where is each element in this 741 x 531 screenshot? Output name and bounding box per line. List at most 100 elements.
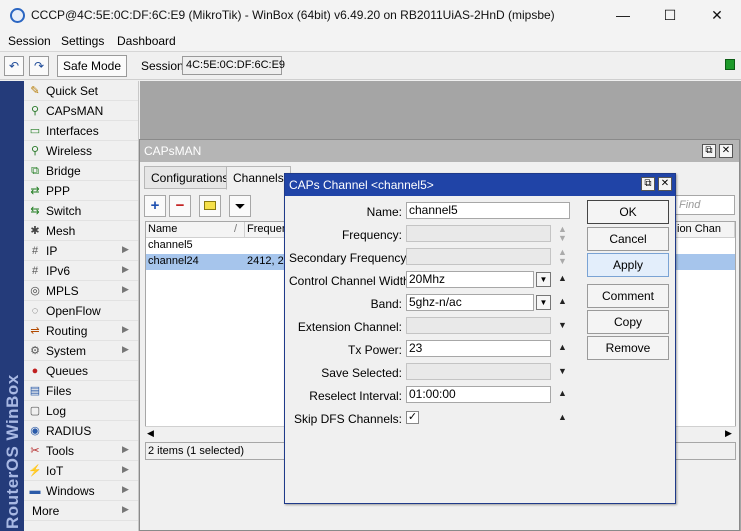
find-input[interactable]: Find [675,195,735,215]
dialog-title: CAPs Channel <channel5> [289,178,434,192]
frequency-field[interactable] [406,225,551,242]
column-header-name[interactable]: Name / [146,222,245,238]
ok-button[interactable]: OK [587,200,669,224]
tools-icon: ✂ [30,445,40,457]
sidebar-item-files[interactable]: ▤ Files [24,381,138,401]
dialog-titlebar[interactable]: CAPs Channel <channel5> [285,174,675,196]
sidebar-item-ipv6[interactable]: # IPv6 ▶ [24,261,138,281]
control-channel-width-label: Control Channel Width: [289,274,414,288]
submenu-arrow-icon: ▶ [122,244,129,254]
expand-down-icon[interactable]: ▼ [558,233,567,243]
dropdown-arrow-icon[interactable]: ▼ [536,295,551,310]
switch-icon: ⇆ [30,205,40,217]
sidebar-item-queues[interactable]: ● Queues [24,361,138,381]
name-field[interactable]: channel5 [406,202,570,219]
remove-button[interactable]: Remove [587,336,669,360]
iot-icon: ⚡ [28,465,42,477]
sidebar-item-more[interactable]: More ▶ [24,501,138,521]
sidebar-item-capsman[interactable]: ⚲ CAPsMAN [24,101,138,121]
collapse-up-icon[interactable]: ▲ [558,342,567,352]
capsman-restore-icon[interactable]: ⧉ [702,144,716,158]
close-window-button[interactable]: ✕ [694,2,740,29]
dropdown-arrow-icon[interactable]: ▼ [536,272,551,287]
ip-icon: # [31,245,39,257]
copy-button[interactable]: Copy [587,310,669,334]
skip-dfs-channels-checkbox[interactable]: ✓ [406,411,419,424]
column-header-extension-channel[interactable]: ion Chan [675,222,735,238]
minimize-button[interactable]: — [600,2,646,29]
menu-session[interactable]: Session [8,34,51,48]
sidebar-item-mesh[interactable]: ✱ Mesh [24,221,138,241]
connection-status-icon [725,59,735,70]
quick-set-icon: ✎ [30,85,40,97]
sidebar-item-windows[interactable]: ▬ Windows ▶ [24,481,138,501]
apply-button[interactable]: Apply [587,253,669,277]
menu-settings[interactable]: Settings [61,34,104,48]
sidebar-item-ppp[interactable]: ⇄ PPP [24,181,138,201]
redo-icon[interactable]: ↷ [29,56,49,76]
tx-power-field[interactable]: 23 [406,340,551,357]
sidebar-item-mpls[interactable]: ◎ MPLS ▶ [24,281,138,301]
save-selected-field[interactable] [406,363,551,380]
sidebar-item-ip[interactable]: # IP ▶ [24,241,138,261]
submenu-arrow-icon: ▶ [122,324,129,334]
sidebar-item-wireless[interactable]: ⚲ Wireless [24,141,138,161]
comment-icon[interactable] [199,195,221,217]
extension-channel-field[interactable] [406,317,551,334]
sidebar-item-log[interactable]: ▢ Log [24,401,138,421]
collapse-up-icon[interactable]: ▲ [558,296,567,306]
winbox-app-icon [10,8,25,23]
band-field[interactable]: 5ghz-n/ac [406,294,534,311]
capsman-title: CAPsMAN [144,144,202,158]
filter-icon[interactable]: ⏷ [229,195,251,217]
collapse-up-icon[interactable]: ▲ [558,273,567,283]
sidebar-item-switch[interactable]: ⇆ Switch [24,201,138,221]
safe-mode-button[interactable]: Safe Mode [57,55,127,77]
add-icon[interactable]: + [144,195,166,217]
name-label: Name: [366,205,402,219]
wireless-icon: ⚲ [30,145,40,157]
sidebar-item-quick-set[interactable]: ✎ Quick Set [24,81,138,101]
tab-channels[interactable]: Channels [226,166,291,190]
windows-icon: ▬ [29,485,41,497]
sidebar-item-iot[interactable]: ⚡ IoT ▶ [24,461,138,481]
sidebar-item-bridge[interactable]: ⧉ Bridge [24,161,138,181]
undo-icon[interactable]: ↶ [4,56,24,76]
brand-label: RouterOS WinBox [3,374,22,529]
menu-dashboard[interactable]: Dashboard [117,34,176,48]
expand-down-icon[interactable]: ▼ [558,256,567,266]
scroll-right-icon[interactable]: ▶ [725,427,732,439]
secondary-frequency-field[interactable] [406,248,551,265]
scroll-left-icon[interactable]: ◀ [147,427,154,439]
sidebar-item-openflow[interactable]: ◌ OpenFlow [24,301,138,321]
sidebar-item-label: Wireless [46,144,93,158]
sidebar-item-radius[interactable]: ◉ RADIUS [24,421,138,441]
control-channel-width-field[interactable]: 20Mhz [406,271,534,288]
sidebar-item-system[interactable]: ⚙ System ▶ [24,341,138,361]
files-icon: ▤ [29,385,41,397]
session-field[interactable]: 4C:5E:0C:DF:6C:E9 [182,56,285,75]
collapse-up-icon[interactable]: ▲ [558,388,567,398]
sidebar-item-tools[interactable]: ✂ Tools ▶ [24,441,138,461]
dialog-close-icon[interactable]: ✕ [658,177,672,191]
tab-configurations[interactable]: Configurations [144,166,236,189]
comment-button[interactable]: Comment [587,284,669,308]
sidebar-item-label: Mesh [46,224,76,238]
sidebar-item-routing[interactable]: ⇌ Routing ▶ [24,321,138,341]
expand-down-icon[interactable]: ▼ [558,320,567,330]
maximize-button[interactable]: ☐ [647,2,693,29]
column-label: Name [148,223,178,235]
capsman-icon: ⚲ [30,105,40,117]
sidebar-item-interfaces[interactable]: ▭ Interfaces [24,121,138,141]
sidebar-item-label: Log [46,404,67,418]
reselect-interval-field[interactable]: 01:00:00 [406,386,551,403]
remove-icon[interactable]: − [169,195,191,217]
save-selected-label: Save Selected: [321,366,402,380]
expand-down-icon[interactable]: ▼ [558,366,567,376]
sort-icon: / [234,223,238,235]
capsman-titlebar[interactable]: CAPsMAN [140,140,739,162]
dialog-restore-icon[interactable]: ⧉ [641,177,655,191]
collapse-up-icon[interactable]: ▲ [558,412,567,422]
cancel-button[interactable]: Cancel [587,227,669,251]
capsman-close-icon[interactable]: ✕ [719,144,733,158]
